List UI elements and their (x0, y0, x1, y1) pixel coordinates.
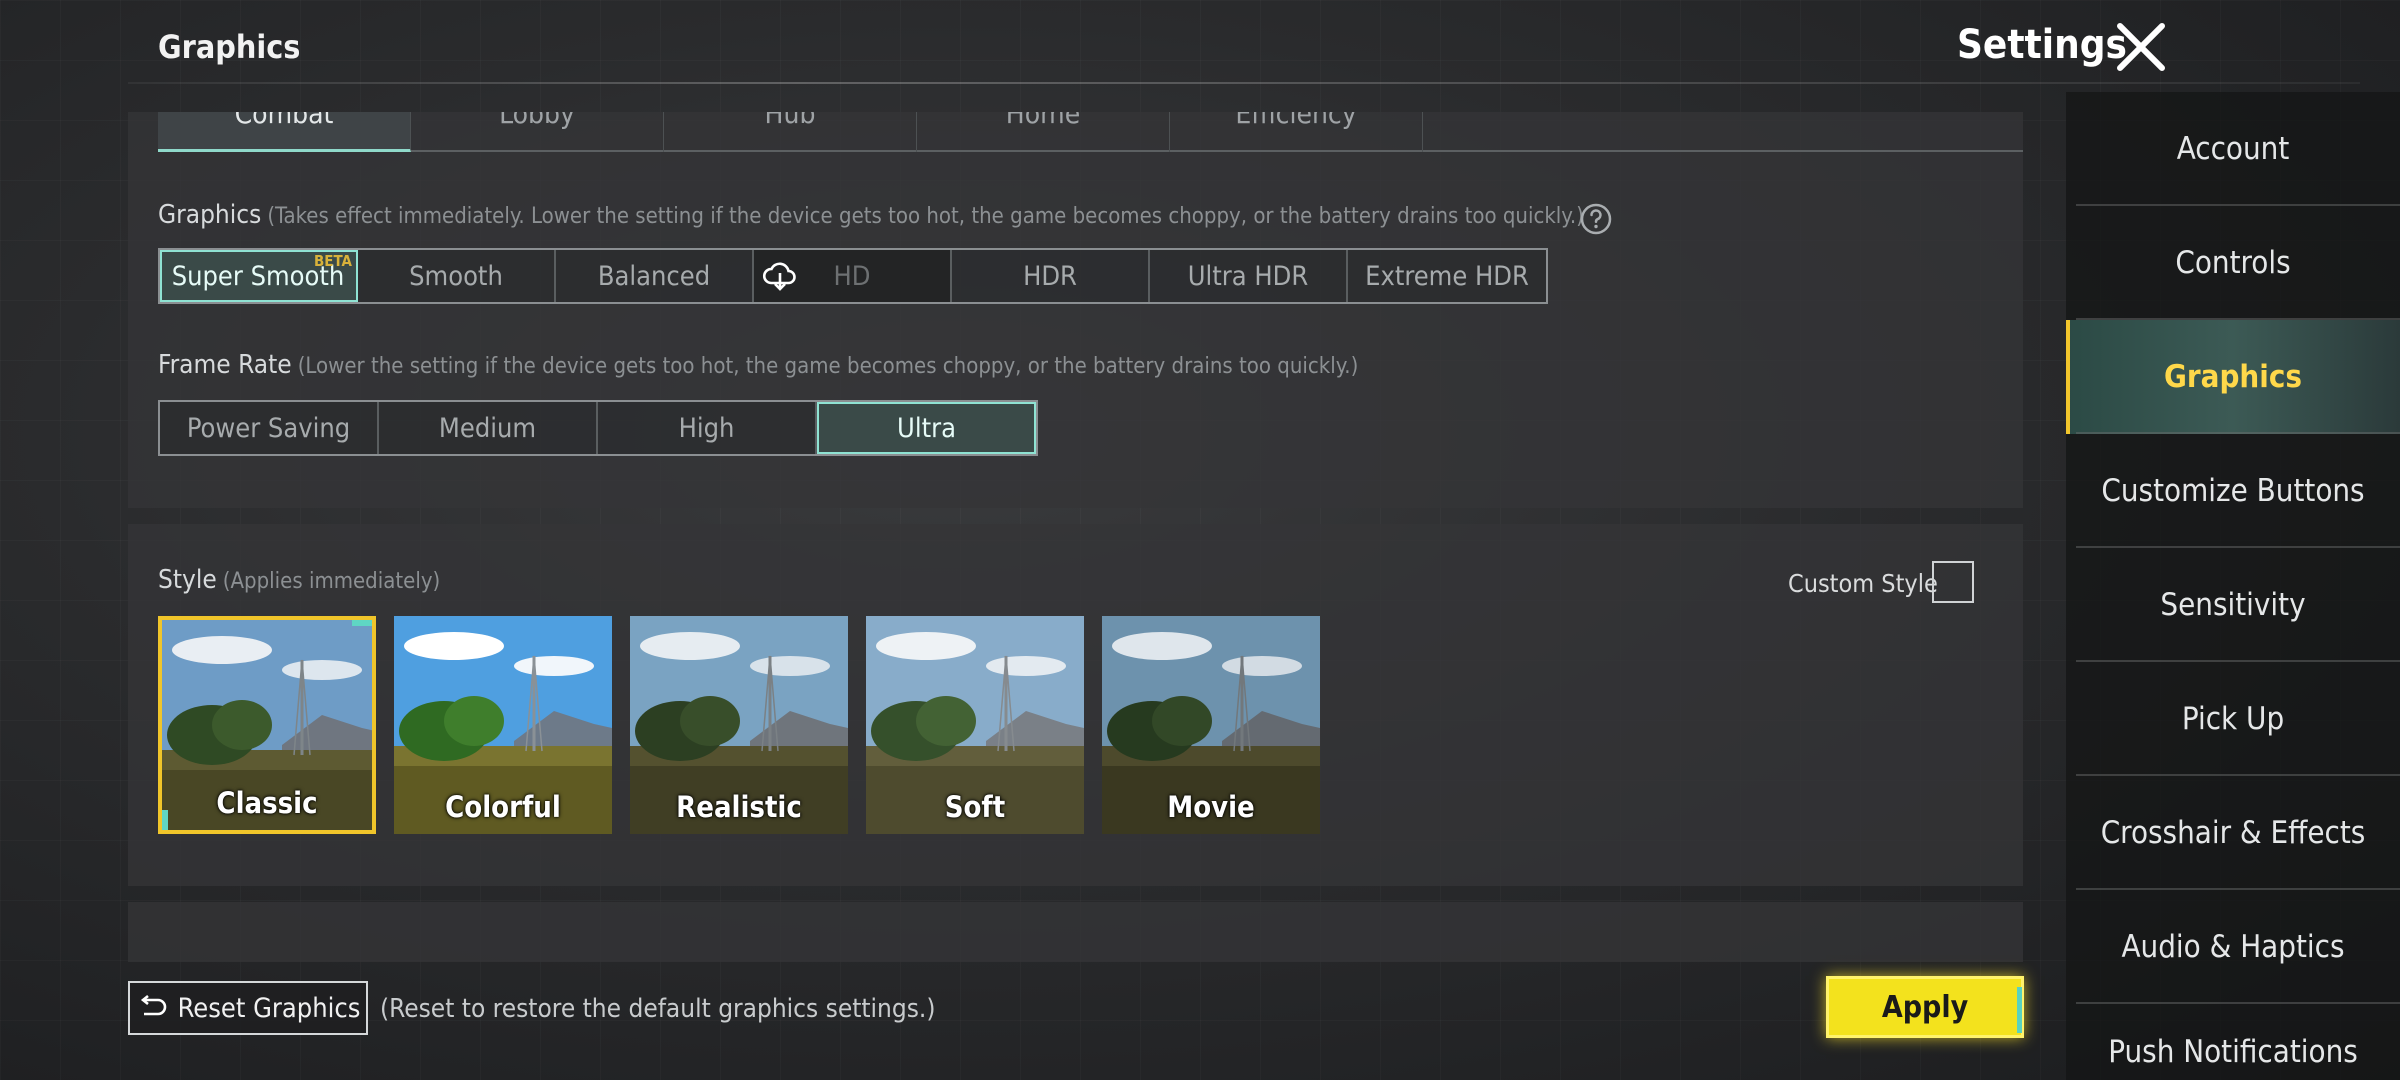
style-preset-label: Colorful (445, 790, 561, 824)
settings-title: Settings (1957, 22, 2127, 68)
graphics-option-hd[interactable]: HD (754, 250, 952, 302)
sidebar-item-controls[interactable]: Controls (2066, 206, 2400, 320)
style-section-label: Style (Applies immediately) (158, 565, 440, 595)
subtab-label: Efficiency (1235, 112, 1357, 130)
custom-style-checkbox[interactable] (1932, 561, 1974, 603)
option-label: HDR (1023, 260, 1077, 292)
sidebar-item-sensitivity[interactable]: Sensitivity (2066, 548, 2400, 662)
selection-corner (352, 620, 372, 626)
reset-graphics-button[interactable]: Reset Graphics (128, 981, 368, 1035)
sidebar-item-label: Customize Buttons (2101, 473, 2365, 509)
subtab-combat[interactable]: Combat (158, 112, 411, 152)
subtab-label: Lobby (499, 112, 575, 130)
frame-rate-option-high[interactable]: High (598, 402, 817, 454)
header-divider (128, 82, 2360, 84)
graphics-option-extreme-hdr[interactable]: Extreme HDR (1348, 250, 1546, 302)
option-label: High (678, 412, 735, 444)
graphics-hint: (Takes effect immediately. Lower the set… (267, 204, 1584, 229)
close-icon (2117, 23, 2165, 71)
subtab-label: Combat (234, 112, 334, 130)
graphics-quality-selector: Super Smooth BETA Smooth Balanced HD HDR… (158, 248, 1548, 304)
sidebar-item-label: Push Notifications (2108, 1034, 2358, 1070)
frame-rate-label: Frame Rate (158, 350, 292, 380)
sidebar-item-label: Pick Up (2181, 701, 2285, 737)
settings-sidebar: Account Controls Graphics Customize Butt… (2066, 92, 2400, 1080)
graphics-option-smooth[interactable]: Smooth (358, 250, 556, 302)
style-preset-label: Movie (1167, 790, 1255, 824)
main-content: Combat Lobby Hub Home Efficiency Graphic… (128, 112, 2023, 1080)
custom-style-label: Custom Style (1788, 569, 1938, 598)
sidebar-item-label: Graphics (2164, 359, 2302, 395)
undo-icon (140, 994, 166, 1016)
style-preset-label: Soft (944, 790, 1006, 824)
style-preset-label: Classic (216, 786, 318, 820)
subtab-hub[interactable]: Hub (664, 112, 917, 152)
sidebar-item-label: Crosshair & Effects (2100, 815, 2366, 851)
sidebar-item-pick-up[interactable]: Pick Up (2066, 662, 2400, 776)
sidebar-item-label: Audio & Haptics (2121, 929, 2345, 965)
style-label: Style (158, 565, 217, 595)
style-preset-realistic[interactable]: Realistic (630, 616, 848, 834)
subtab-lobby[interactable]: Lobby (411, 112, 664, 152)
sidebar-item-push-notifications[interactable]: Push Notifications (2066, 1004, 2400, 1080)
beta-badge: BETA (314, 252, 352, 270)
style-preset-soft[interactable]: Soft (866, 616, 1084, 834)
option-label: Smooth (409, 260, 503, 292)
option-label: Ultra (897, 412, 956, 444)
style-preset-classic[interactable]: Classic (158, 616, 376, 834)
quality-panel: Combat Lobby Hub Home Efficiency Graphic… (128, 112, 2023, 508)
graphics-option-super-smooth[interactable]: Super Smooth BETA (160, 250, 358, 302)
selection-corner (162, 810, 168, 830)
sidebar-item-account[interactable]: Account (2066, 92, 2400, 206)
frame-rate-option-power-saving[interactable]: Power Saving (160, 402, 379, 454)
button-edge-accent (2017, 987, 2022, 1033)
subtab-label: Hub (764, 112, 816, 130)
page-title: Graphics (158, 28, 301, 66)
frame-rate-option-medium[interactable]: Medium (379, 402, 598, 454)
frame-rate-selector: Power Saving Medium High Ultra (158, 400, 1038, 456)
sidebar-item-crosshair-effects[interactable]: Crosshair & Effects (2066, 776, 2400, 890)
option-label: Power Saving (186, 412, 351, 444)
graphics-section-label: Graphics (Takes effect immediately. Lower… (158, 200, 1584, 230)
reset-graphics-label: Reset Graphics (177, 992, 361, 1024)
sidebar-item-customize-buttons[interactable]: Customize Buttons (2066, 434, 2400, 548)
close-button[interactable] (2114, 20, 2168, 74)
style-preset-movie[interactable]: Movie (1102, 616, 1320, 834)
cloud-download-icon (762, 262, 796, 291)
option-label: Medium (438, 412, 537, 444)
frame-rate-option-ultra[interactable]: Ultra (817, 402, 1036, 454)
option-label: Ultra HDR (1187, 260, 1309, 292)
help-icon[interactable] (1579, 202, 1613, 236)
subtab-label: Home (1005, 112, 1081, 130)
apply-label: Apply (1881, 989, 1969, 1025)
next-section-panel (128, 902, 2023, 962)
sidebar-item-audio-haptics[interactable]: Audio & Haptics (2066, 890, 2400, 1004)
style-preset-colorful[interactable]: Colorful (394, 616, 612, 834)
sidebar-item-label: Account (2176, 131, 2290, 167)
frame-rate-hint: (Lower the setting if the device gets to… (297, 354, 1359, 379)
frame-rate-section-label: Frame Rate (Lower the setting if the devi… (158, 350, 1358, 380)
graphics-option-ultra-hdr[interactable]: Ultra HDR (1150, 250, 1348, 302)
graphics-option-balanced[interactable]: Balanced (556, 250, 754, 302)
sidebar-item-label: Controls (2175, 245, 2291, 281)
graphics-option-hdr[interactable]: HDR (952, 250, 1150, 302)
reset-hint: (Reset to restore the default graphics s… (380, 994, 936, 1024)
subtab-efficiency[interactable]: Efficiency (1170, 112, 1423, 152)
apply-button[interactable]: Apply (1826, 976, 2024, 1038)
graphics-subtabs: Combat Lobby Hub Home Efficiency (158, 112, 2023, 152)
subtab-home[interactable]: Home (917, 112, 1170, 152)
graphics-label: Graphics (158, 200, 262, 230)
sidebar-item-graphics[interactable]: Graphics (2066, 320, 2400, 434)
option-label: Balanced (597, 260, 711, 292)
sidebar-item-label: Sensitivity (2160, 587, 2306, 623)
option-label: Extreme HDR (1365, 260, 1529, 292)
style-hint: (Applies immediately) (222, 569, 441, 594)
style-preset-label: Realistic (676, 790, 802, 824)
option-label: HD (833, 260, 871, 292)
